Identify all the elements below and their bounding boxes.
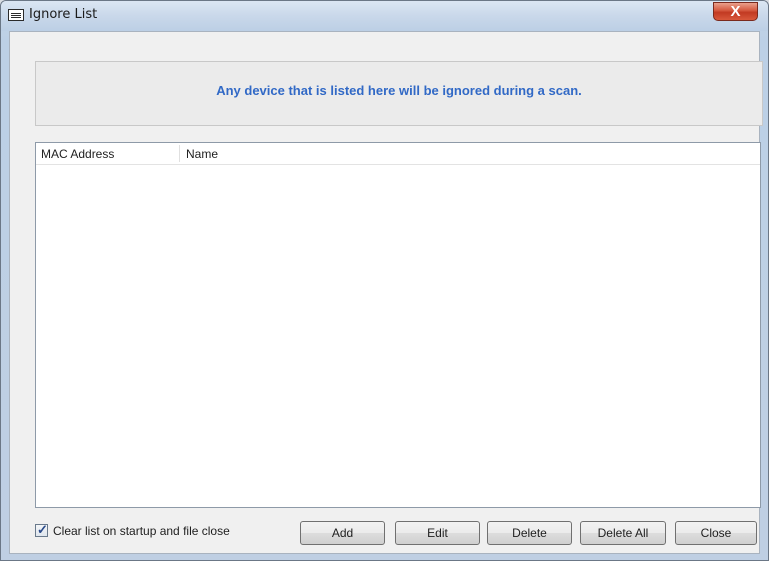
checkmark-icon: ✓ [37,522,48,537]
delete-all-button[interactable]: Delete All [580,521,666,545]
add-button[interactable]: Add [300,521,385,545]
ignore-list-window: Ignore List X Any device that is listed … [0,0,769,561]
delete-button[interactable]: Delete [487,521,572,545]
list-header: MAC Address Name [36,143,760,165]
close-button[interactable]: Close [675,521,757,545]
ignore-list-view[interactable]: MAC Address Name [35,142,761,508]
edit-button[interactable]: Edit [395,521,480,545]
title-bar[interactable]: Ignore List X [1,1,768,31]
clear-list-label[interactable]: Clear list on startup and file close [53,524,230,538]
column-divider[interactable] [179,145,180,162]
column-header-name[interactable]: Name [186,147,218,161]
dialog-client-area: Any device that is listed here will be i… [9,31,763,554]
window-icon [8,9,24,21]
list-body[interactable] [36,165,760,507]
info-message: Any device that is listed here will be i… [216,83,582,98]
close-icon[interactable]: X [713,2,758,21]
info-banner: Any device that is listed here will be i… [35,61,763,126]
close-glyph: X [730,3,741,20]
window-title: Ignore List [29,7,98,22]
column-header-mac-address[interactable]: MAC Address [41,147,181,161]
clear-list-checkbox[interactable]: ✓ [35,522,48,537]
